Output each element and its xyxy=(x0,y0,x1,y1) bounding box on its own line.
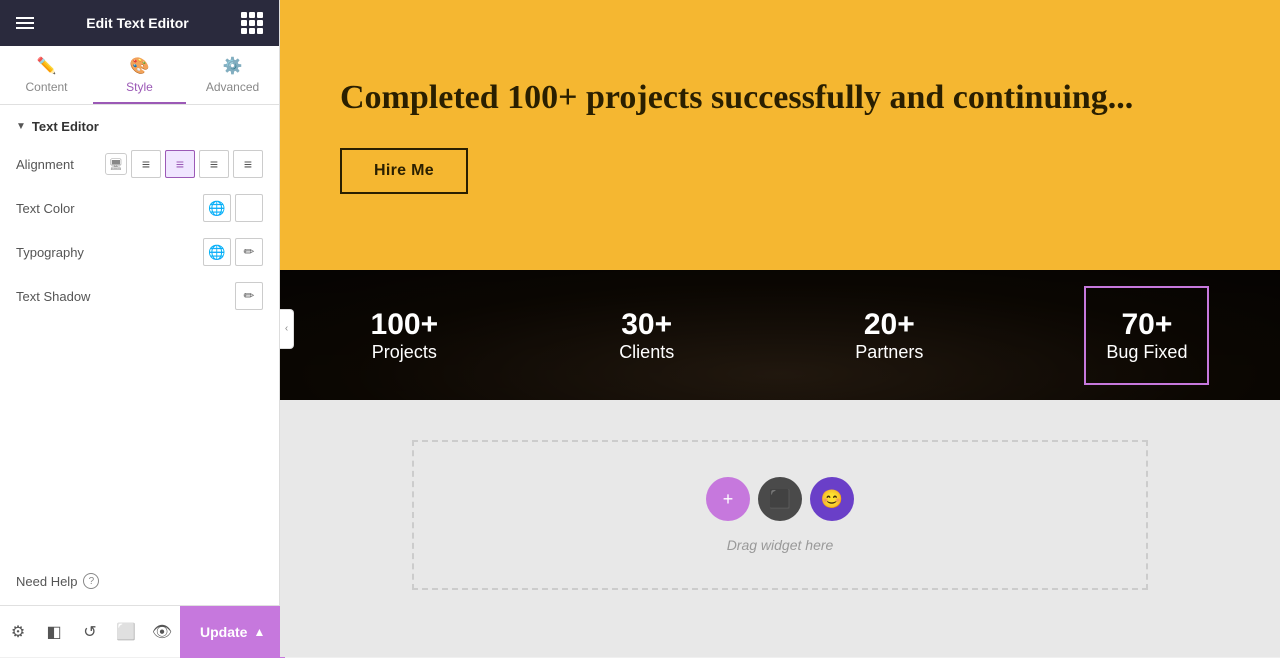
stat-projects-number: 100+ xyxy=(371,308,439,342)
stats-section: 100+ Projects 30+ Clients 20+ Partners 7… xyxy=(280,270,1280,400)
align-right-btn[interactable]: ≡ xyxy=(199,150,229,178)
typography-row: Typography 🌐 ✏ xyxy=(16,238,263,266)
text-shadow-row: Text Shadow ✏ xyxy=(16,282,263,310)
typography-controls: 🌐 ✏ xyxy=(203,238,263,266)
history-icon-btn[interactable]: ↺ xyxy=(72,606,108,658)
stat-clients: 30+ Clients xyxy=(599,288,694,383)
drop-zone[interactable]: + ⬛ 😊 Drag widget here xyxy=(412,440,1148,590)
panel-bottom: ⚙ ◧ ↺ ⬜ 👁 Update ▲ xyxy=(0,605,279,657)
update-button[interactable]: Update ▲ xyxy=(180,606,285,658)
responsive-icon-btn[interactable]: ⬜ xyxy=(108,606,144,658)
text-color-row: Text Color 🌐 xyxy=(16,194,263,222)
typography-label: Typography xyxy=(16,245,84,260)
typography-edit-btn[interactable]: ✏ xyxy=(235,238,263,266)
align-justify-btn[interactable]: ≡ xyxy=(233,150,263,178)
stat-partners-label: Partners xyxy=(855,342,923,363)
need-help[interactable]: Need Help ? xyxy=(0,557,279,605)
text-color-label: Text Color xyxy=(16,201,75,216)
alignment-label: Alignment xyxy=(16,157,74,172)
visibility-icon-btn[interactable]: 👁 xyxy=(144,606,180,658)
section-title-label: Text Editor xyxy=(32,119,99,134)
empty-area: + ⬛ 😊 Drag widget here xyxy=(280,400,1280,630)
advanced-icon: ⚙️ xyxy=(223,56,243,76)
stat-bug-fixed-number: 70+ xyxy=(1121,308,1172,342)
panel-header: Edit Text Editor xyxy=(0,0,279,46)
settings-icon-btn[interactable]: ⚙ xyxy=(0,606,36,658)
hamburger-icon[interactable] xyxy=(16,17,34,29)
help-circle-icon: ? xyxy=(83,573,99,589)
tab-advanced[interactable]: ⚙️ Advanced xyxy=(186,46,279,104)
tab-content-label: Content xyxy=(25,80,67,94)
stat-partners: 20+ Partners xyxy=(835,288,943,383)
folder-widget-button[interactable]: ⬛ xyxy=(758,477,802,521)
need-help-label: Need Help xyxy=(16,574,77,589)
stat-clients-label: Clients xyxy=(619,342,674,363)
headline-text: Completed 100+ projects successfully and… xyxy=(340,76,1220,120)
text-color-globe-btn[interactable]: 🌐 xyxy=(203,194,231,222)
left-panel: Edit Text Editor ✏️ Content 🎨 Style ⚙️ A… xyxy=(0,0,280,657)
alignment-row: Alignment 🖥 ≡ ≡ ≡ ≡ xyxy=(16,150,263,178)
stat-partners-number: 20+ xyxy=(864,308,915,342)
stat-projects: 100+ Projects xyxy=(351,288,459,383)
layers-icon-btn[interactable]: ◧ xyxy=(36,606,72,658)
bottom-icons: ⚙ ◧ ↺ ⬜ 👁 xyxy=(0,606,180,658)
alignment-controls: 🖥 ≡ ≡ ≡ ≡ xyxy=(105,150,263,178)
content-icon: ✏️ xyxy=(37,56,57,76)
stat-clients-number: 30+ xyxy=(621,308,672,342)
section-arrow: ▼ xyxy=(16,121,26,132)
stat-bug-fixed-label: Bug Fixed xyxy=(1106,342,1187,363)
tab-style-label: Style xyxy=(126,80,153,94)
grid-icon[interactable] xyxy=(241,12,263,34)
align-left-btn[interactable]: ≡ xyxy=(131,150,161,178)
align-center-btn[interactable]: ≡ xyxy=(165,150,195,178)
stat-projects-label: Projects xyxy=(372,342,437,363)
typography-globe-btn[interactable]: 🌐 xyxy=(203,238,231,266)
add-widget-button[interactable]: + xyxy=(706,477,750,521)
tab-content[interactable]: ✏️ Content xyxy=(0,46,93,104)
chevron-up-icon: ▲ xyxy=(253,625,265,639)
section-title[interactable]: ▼ Text Editor xyxy=(16,119,263,134)
text-shadow-controls: ✏ xyxy=(235,282,263,310)
device-icon[interactable]: 🖥 xyxy=(105,153,127,175)
tab-style[interactable]: 🎨 Style xyxy=(93,46,186,104)
smile-widget-button[interactable]: 😊 xyxy=(810,477,854,521)
style-section: ▼ Text Editor Alignment 🖥 ≡ ≡ ≡ ≡ Text C… xyxy=(0,105,279,557)
text-shadow-edit-btn[interactable]: ✏ xyxy=(235,282,263,310)
text-color-swatch[interactable] xyxy=(235,194,263,222)
hire-me-button[interactable]: Hire Me xyxy=(340,148,468,194)
style-icon: 🎨 xyxy=(130,56,150,76)
canvas-area: Completed 100+ projects successfully and… xyxy=(280,0,1280,657)
drag-label: Drag widget here xyxy=(727,537,834,553)
widget-buttons: + ⬛ 😊 xyxy=(706,477,854,521)
tab-advanced-label: Advanced xyxy=(206,80,259,94)
panel-title: Edit Text Editor xyxy=(86,15,188,31)
update-label: Update xyxy=(200,624,247,640)
text-shadow-label: Text Shadow xyxy=(16,289,90,304)
stat-bug-fixed: 70+ Bug Fixed xyxy=(1084,286,1209,385)
collapse-handle[interactable]: ‹ xyxy=(280,309,294,349)
text-color-controls: 🌐 xyxy=(203,194,263,222)
panel-tabs: ✏️ Content 🎨 Style ⚙️ Advanced xyxy=(0,46,279,105)
yellow-section: Completed 100+ projects successfully and… xyxy=(280,0,1280,270)
